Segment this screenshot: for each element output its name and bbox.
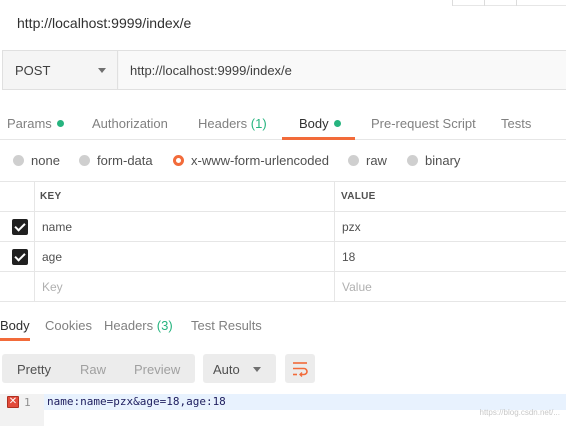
value-cell[interactable]: pzx <box>342 220 361 234</box>
wrap-lines-icon <box>293 362 308 377</box>
response-tabs: Body Cookies Headers (3) Test Results <box>0 313 566 341</box>
line-gutter: ✕ 1 <box>0 394 44 426</box>
radio-circle-selected <box>173 155 184 166</box>
radio-form-data[interactable]: form-data <box>79 153 153 168</box>
tab-stub[interactable] <box>484 0 485 6</box>
request-bar: POST http://localhost:9999/index/e <box>2 50 566 90</box>
divider <box>34 272 35 302</box>
column-header-value: VALUE <box>341 191 376 202</box>
row-checkbox[interactable] <box>12 249 28 265</box>
chevron-down-icon <box>253 367 261 372</box>
active-tab-indicator <box>0 338 30 341</box>
tab-params-label: Params <box>7 116 52 131</box>
radio-circle <box>79 155 90 166</box>
tab-cookies[interactable]: Cookies <box>45 318 92 333</box>
radio-circle <box>13 155 24 166</box>
response-headers-count: (3) <box>156 318 173 333</box>
key-cell[interactable]: age <box>42 250 62 264</box>
key-value-table: KEY VALUE name pzx age 18 Key Value <box>0 181 566 302</box>
active-tab-indicator <box>282 137 355 140</box>
response-toolbar: Pretty Raw Preview Auto <box>0 354 566 384</box>
tab-params[interactable]: Params <box>7 116 64 131</box>
url-input[interactable]: http://localhost:9999/index/e <box>119 51 566 89</box>
column-header-key: KEY <box>40 191 62 202</box>
divider <box>334 212 335 241</box>
line-number: 1 <box>24 396 31 409</box>
code-line: name:name=pzx&age=18,age:18 https://blog… <box>44 394 566 417</box>
code-text: name:name=pzx&age=18,age:18 <box>47 395 226 408</box>
preview-button[interactable]: Preview <box>134 362 180 377</box>
tab-response-body[interactable]: Body <box>0 318 30 333</box>
radio-label: raw <box>366 153 387 168</box>
window-title: http://localhost:9999/index/e <box>17 15 192 31</box>
divider <box>34 182 35 211</box>
tab-stub[interactable] <box>452 0 453 6</box>
response-editor[interactable]: ✕ 1 name:name=pzx&age=18,age:18 https://… <box>0 394 566 426</box>
tab-stub[interactable] <box>516 0 517 6</box>
radio-circle <box>348 155 359 166</box>
tab-pre-request-script[interactable]: Pre-request Script <box>371 116 476 131</box>
radio-label: form-data <box>97 153 153 168</box>
radio-raw[interactable]: raw <box>348 153 387 168</box>
url-value: http://localhost:9999/index/e <box>130 63 292 78</box>
table-header-row: KEY VALUE <box>0 182 566 212</box>
pretty-button[interactable]: Pretty <box>17 362 51 377</box>
tab-headers-label: Headers <box>198 116 248 131</box>
table-row-new: Key Value <box>0 272 566 302</box>
error-x-icon: ✕ <box>7 396 19 408</box>
row-checkbox[interactable] <box>12 219 28 235</box>
method-select[interactable]: POST <box>3 51 118 89</box>
view-mode-group: Pretty Raw Preview <box>2 354 195 383</box>
wrap-lines-button[interactable] <box>285 354 315 383</box>
tab-tests[interactable]: Tests <box>501 116 531 131</box>
value-input[interactable]: Value <box>342 280 372 294</box>
raw-button[interactable]: Raw <box>80 362 106 377</box>
tab-headers[interactable]: Headers (1) <box>198 116 267 131</box>
radio-label: none <box>31 153 60 168</box>
format-select[interactable]: Auto <box>203 354 276 383</box>
divider <box>34 242 35 271</box>
table-row: name pzx <box>0 212 566 242</box>
divider <box>334 242 335 271</box>
radio-label: binary <box>425 153 461 168</box>
table-row: age 18 <box>0 242 566 272</box>
divider <box>334 272 335 302</box>
body-type-options: none form-data x-www-form-urlencoded raw… <box>0 150 566 174</box>
value-cell[interactable]: 18 <box>342 250 355 264</box>
radio-binary[interactable]: binary <box>407 153 460 168</box>
radio-label: x-www-form-urlencoded <box>191 153 329 168</box>
key-input[interactable]: Key <box>42 280 63 294</box>
tab-response-headers-label: Headers <box>104 318 154 333</box>
method-label: POST <box>15 63 51 78</box>
status-dot-icon <box>56 120 64 127</box>
radio-circle <box>407 155 418 166</box>
format-label: Auto <box>213 362 240 377</box>
watermark: https://blog.csdn.net/... <box>479 408 561 417</box>
radio-x-www-form-urlencoded[interactable]: x-www-form-urlencoded <box>173 153 329 168</box>
status-dot-icon <box>333 120 341 127</box>
radio-none[interactable]: none <box>13 153 60 168</box>
headers-count: (1) <box>250 116 267 131</box>
chevron-down-icon <box>98 68 106 73</box>
divider <box>34 212 35 241</box>
tab-authorization[interactable]: Authorization <box>92 116 168 131</box>
window-title-bar: http://localhost:9999/index/e <box>0 0 566 46</box>
tab-response-headers[interactable]: Headers (3) <box>104 318 173 333</box>
tab-test-results[interactable]: Test Results <box>191 318 262 333</box>
request-tabs: Params Authorization Headers (1) Body Pr… <box>0 104 566 140</box>
tab-strip <box>452 0 566 6</box>
tab-body-label: Body <box>299 116 329 131</box>
key-cell[interactable]: name <box>42 220 72 234</box>
tab-body[interactable]: Body <box>299 116 341 131</box>
divider <box>334 182 335 211</box>
